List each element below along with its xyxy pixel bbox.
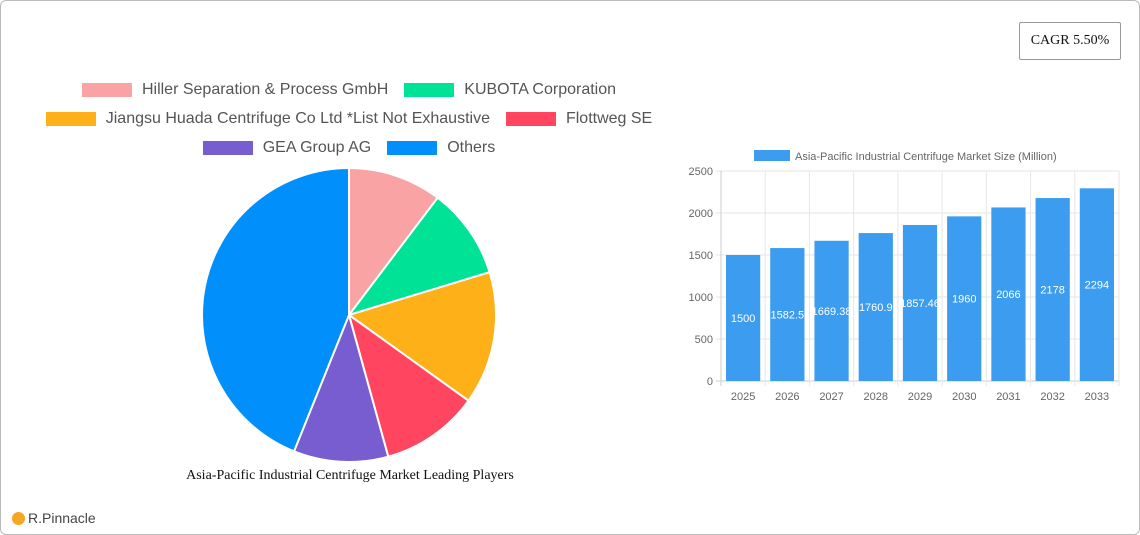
bar[interactable] xyxy=(1079,188,1114,381)
logo-icon xyxy=(12,511,25,525)
x-tick-label: 2027 xyxy=(819,391,843,403)
x-tick-label: 2028 xyxy=(864,391,888,403)
cagr-badge: CAGR 5.50% xyxy=(1019,22,1121,60)
x-tick-label: 2029 xyxy=(908,391,932,403)
bar[interactable] xyxy=(1035,198,1070,381)
x-tick-label: 2026 xyxy=(775,391,799,403)
bar[interactable] xyxy=(726,255,761,381)
x-tick-label: 2031 xyxy=(996,391,1020,403)
brand-logo: R.Pinnacle xyxy=(12,510,96,526)
pie-chart xyxy=(201,166,497,463)
x-tick-label: 2025 xyxy=(731,391,755,403)
bar-data-label: 1857.46 xyxy=(900,298,940,310)
chart-card: CAGR 5.50% Hiller Separation & Process G… xyxy=(0,0,1140,535)
bar-legend-swatch xyxy=(754,150,790,161)
bar[interactable] xyxy=(947,216,982,381)
bar[interactable] xyxy=(991,207,1026,381)
bar[interactable] xyxy=(814,240,849,381)
pie-title: Asia-Pacific Industrial Centrifuge Marke… xyxy=(186,468,514,483)
bar-legend-label: Asia-Pacific Industrial Centrifuge Marke… xyxy=(795,151,1057,163)
bar-data-label: 1582.5 xyxy=(771,310,805,322)
y-tick-label: 0 xyxy=(707,376,713,388)
bar-data-label: 1760.9 xyxy=(859,302,893,314)
bar-data-label: 2294 xyxy=(1085,280,1109,292)
bar-data-label: 1669.38 xyxy=(812,306,852,318)
x-tick-label: 2030 xyxy=(952,391,976,403)
brand-name: R.Pinnacle xyxy=(28,510,96,526)
bar-data-label: 1960 xyxy=(952,294,976,306)
bar-data-label: 1500 xyxy=(731,313,755,325)
bar-data-label: 2066 xyxy=(996,289,1020,301)
x-tick-label: 2032 xyxy=(1040,391,1064,403)
bar-data-label: 2178 xyxy=(1040,285,1064,297)
bar[interactable] xyxy=(902,224,938,381)
bar[interactable] xyxy=(770,248,805,381)
x-tick-label: 2033 xyxy=(1085,391,1109,403)
bar[interactable] xyxy=(858,233,893,381)
